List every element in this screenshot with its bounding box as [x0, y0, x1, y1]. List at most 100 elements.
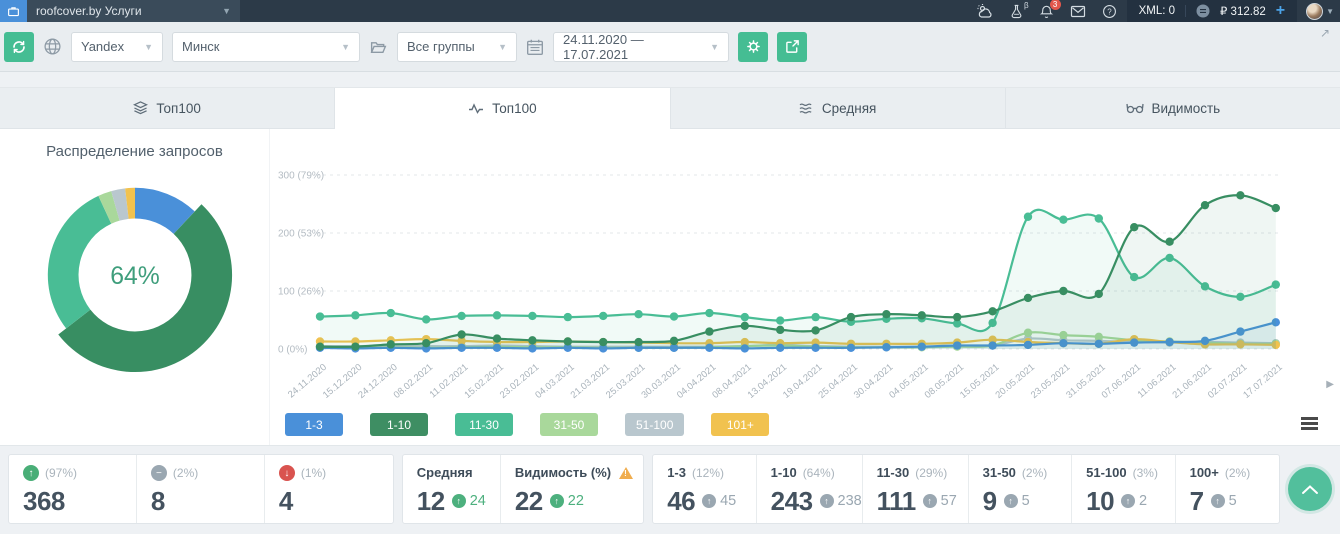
date-range-value: 24.11.2020 — 17.07.2021 — [563, 31, 644, 62]
filters-toolbar: Yandex ▼ Минск ▼ Все группы ▼ 24.11.2020… — [0, 22, 1340, 72]
svg-text:200 (53%): 200 (53%) — [278, 229, 324, 240]
delta-value: 57 — [940, 493, 957, 509]
search-engine-select[interactable]: Yandex ▼ — [71, 31, 163, 62]
tab-top100-stacked[interactable]: Топ100 — [0, 88, 336, 128]
region-value: Минск — [182, 39, 220, 54]
stat-value: 4 — [278, 486, 293, 516]
stat-pct: (3%) — [1132, 465, 1158, 480]
positions-line-chart: 0 (0%)100 (26%)200 (53%)300 (79%)24.11.2… — [278, 171, 1285, 401]
stat-label: 51-100 — [1086, 465, 1127, 480]
stat-card-average[interactable]: Средняя 12 ↑ 24 — [403, 455, 501, 523]
down-arrow-icon: ↓ — [278, 465, 295, 481]
stat-card-range-100plus[interactable]: 100+ (2%) 7 ↑ 5 — [1176, 455, 1279, 523]
stat-value: 12 — [416, 486, 445, 516]
legend-item-1-3[interactable]: 1-3 — [285, 413, 343, 436]
delta-value: 45 — [720, 493, 737, 509]
help-icon[interactable]: ? — [1102, 4, 1117, 19]
user-avatar[interactable] — [1306, 2, 1324, 20]
scroll-to-top-button[interactable] — [1288, 467, 1333, 511]
weather-icon[interactable] — [977, 3, 994, 19]
stat-card-range-1-10[interactable]: 1-10 (64%) 243 ↑ 238 — [757, 455, 863, 523]
labs-beta-icon[interactable]: β — [1010, 1, 1029, 19]
chart-tabs: Топ100 Топ100 Средняя Видимость — [0, 87, 1340, 129]
stat-card-range-31-50[interactable]: 31-50 (2%) 9 ↑ 5 — [969, 455, 1073, 523]
up-arrow-icon: ↑ — [23, 465, 39, 481]
legend-item-51-100[interactable]: 51-100 — [625, 413, 685, 436]
delta-up-icon: ↑ — [702, 494, 717, 508]
stat-value: 368 — [23, 486, 65, 516]
user-menu-chevron-icon[interactable]: ▼ — [1326, 7, 1334, 16]
stat-card-range-51-100[interactable]: 51-100 (3%) 10 ↑ 2 — [1072, 455, 1176, 523]
stat-pct: (64%) — [802, 465, 835, 480]
export-button[interactable] — [777, 31, 807, 62]
project-briefcase-icon[interactable] — [0, 0, 27, 22]
stat-value: 46 — [667, 486, 696, 516]
warning-icon[interactable] — [619, 466, 634, 479]
delta-value: 238 — [837, 493, 862, 509]
notifications-bell-icon[interactable]: 3 — [1039, 0, 1061, 19]
balance[interactable]: ₽ 312.82 — [1220, 4, 1266, 18]
group-value: Все группы — [407, 39, 475, 54]
delta-value: 24 — [469, 493, 486, 509]
project-selector[interactable]: roofcover.by Услуги ▼ — [27, 0, 240, 22]
svg-text:17.07.2021: 17.07.2021 — [1241, 362, 1284, 401]
xml-limits[interactable]: XML: 0 — [1139, 5, 1175, 17]
stat-card-unchanged[interactable]: − (2%) 8 — [137, 455, 265, 523]
stat-card-visibility[interactable]: Видимость (%) 22 ↑22 — [501, 455, 643, 523]
top-bar: roofcover.by Услуги ▼ β 3 ? XML: 0 ₽ 312… — [0, 0, 1340, 22]
tab-average[interactable]: Средняя — [671, 88, 1006, 128]
tab-label: Топ100 — [156, 100, 201, 116]
stat-pct: (1%) — [300, 466, 327, 480]
svg-text:300 (79%): 300 (79%) — [278, 171, 324, 182]
stat-value: 22 — [514, 486, 543, 516]
account-panel: XML: 0 ₽ 312.82 + — [1126, 0, 1298, 22]
delta-value: 5 — [1228, 493, 1237, 509]
stat-value: 8 — [150, 486, 165, 516]
date-range-select[interactable]: 24.11.2020 — 17.07.2021 ▼ — [553, 31, 729, 62]
query-distribution-panel: Распределение запросов 64% — [0, 129, 270, 445]
chevron-down-icon: ▼ — [341, 41, 350, 52]
x-axis-scroll-arrow-icon[interactable]: ▶ — [1326, 379, 1334, 390]
tab-top100-dynamics[interactable]: Топ100 — [335, 88, 671, 129]
wallet-coin-icon — [1196, 4, 1210, 18]
collapse-panel-icon[interactable]: ↗ — [1320, 26, 1330, 40]
chevron-down-icon: ▼ — [710, 41, 719, 52]
delta-up-icon: ↑ — [1121, 494, 1136, 508]
legend-item-31-50[interactable]: 31-50 — [540, 413, 598, 436]
positions-line-chart-panel: 0 (0%) 100 (26%) 200 (53%) 300 (79%) 24.11.2… — [270, 129, 1340, 445]
stat-card-up[interactable]: ↑ (97%) 368 — [9, 455, 137, 523]
stat-card-range-1-3[interactable]: 1-3 (12%) 46 ↑ 45 — [653, 455, 757, 523]
legend-item-11-30[interactable]: 11-30 — [455, 413, 513, 436]
add-funds-button[interactable]: + — [1276, 3, 1285, 19]
calendar-icon[interactable] — [526, 38, 544, 56]
delta-value: 2 — [1139, 493, 1148, 509]
chevron-down-icon: ▼ — [144, 41, 153, 52]
stat-value: 243 — [770, 486, 813, 516]
stat-card-range-11-30[interactable]: 11-30 (29%) 111 ↑ 57 — [863, 455, 969, 523]
divider — [1185, 5, 1187, 17]
tab-label: Топ100 — [492, 100, 537, 116]
group-select[interactable]: Все группы ▼ — [397, 31, 517, 62]
legend-item-1-10[interactable]: 1-10 — [370, 413, 428, 436]
svg-text:64%: 64% — [110, 263, 160, 290]
stat-label: 100+ — [1189, 465, 1219, 480]
tab-visibility[interactable]: Видимость — [1006, 88, 1340, 128]
stat-card-down[interactable]: ↓ (1%) 4 — [265, 455, 393, 523]
stat-value: 111 — [876, 486, 917, 516]
groups-folder-icon[interactable] — [369, 39, 388, 55]
stat-value: 7 — [1189, 486, 1204, 516]
stat-label: 1-10 — [770, 465, 797, 480]
stat-label: 11-30 — [876, 465, 910, 480]
legend-item-101plus[interactable]: 101+ — [711, 413, 770, 436]
query-distribution-donut: 64% — [0, 164, 269, 382]
region-select[interactable]: Минск ▼ — [172, 31, 360, 62]
stat-pct: (12%) — [691, 465, 724, 480]
chart-menu-icon[interactable] — [1301, 415, 1318, 432]
stat-pct: (29%) — [915, 465, 948, 480]
project-name: roofcover.by Услуги — [36, 4, 142, 18]
search-engine-value: Yandex — [81, 39, 125, 54]
settings-button[interactable] — [738, 31, 768, 62]
average-visibility-group: Средняя 12 ↑24 Видимость (%) 22 ↑22 — [401, 454, 645, 524]
refresh-button[interactable] — [4, 31, 34, 62]
mail-icon[interactable] — [1070, 5, 1086, 18]
